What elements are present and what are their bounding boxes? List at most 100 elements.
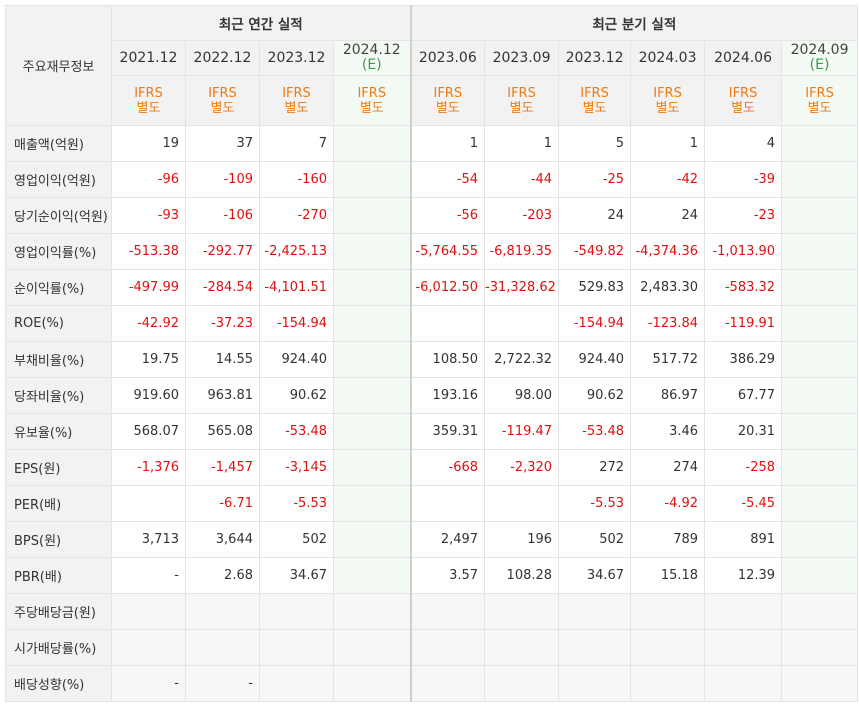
table-cell: -53.48 (558, 413, 632, 450)
table-cell (332, 629, 412, 666)
table-cell (332, 521, 412, 558)
table-cell: -668 (409, 449, 486, 486)
table-cell: -106 (185, 197, 260, 234)
table-cell (332, 197, 412, 234)
table-cell: 15.18 (630, 557, 706, 594)
table-cell: 3,644 (185, 521, 260, 558)
table-cell (332, 665, 412, 702)
table-cell (781, 665, 859, 702)
table-cell: 924.40 (259, 341, 334, 378)
table-cell (409, 593, 486, 630)
row-label: 당좌비율(%) (5, 377, 112, 414)
table-cell: -5.53 (259, 485, 334, 522)
table-cell: 272 (558, 449, 632, 486)
table-cell: -53.48 (259, 413, 334, 450)
table-cell: 20.31 (704, 413, 783, 450)
ifrs-line1: IFRS (357, 85, 387, 101)
ifrs-line1: IFRS (805, 85, 834, 101)
table-cell: 1 (409, 125, 486, 162)
ifrs-line2: 별도 (136, 100, 161, 116)
table-cell: -154.94 (558, 305, 632, 342)
row-label: 부채비율(%) (5, 341, 112, 378)
period-label: 2024.09 (790, 42, 849, 58)
table-cell (558, 593, 632, 630)
table-cell (630, 629, 706, 666)
table-cell: 90.62 (558, 377, 632, 414)
ifrs-line2: 별도 (807, 100, 832, 116)
table-cell: 3.57 (409, 557, 486, 594)
ifrs-line2: 별도 (582, 100, 607, 116)
period-header-row: 2021.12 2022.12 2023.12 2024.12 (E) 2023.06 20… (6, 40, 859, 76)
ifrs-line1: IFRS (580, 85, 609, 101)
table-cell: -2,320 (484, 449, 560, 486)
table-cell: -154.94 (259, 305, 334, 342)
table-cell (332, 449, 412, 486)
table-cell: -39 (704, 161, 783, 198)
table-cell: 86.97 (630, 377, 706, 414)
table-cell (185, 593, 260, 630)
ifrs-label: IFRS 별도 (484, 75, 560, 126)
table-cell (332, 557, 412, 594)
table-cell (332, 125, 412, 162)
table-cell (484, 629, 560, 666)
table-cell (484, 665, 560, 702)
table-cell (259, 593, 334, 630)
table-cell: -5.53 (558, 485, 632, 522)
period-header-estimate: 2024.12 (E) (332, 40, 412, 76)
table-cell: -119.47 (484, 413, 560, 450)
ifrs-label: IFRS 별도 (558, 75, 632, 126)
table-cell: -1,376 (111, 449, 186, 486)
table-row: BPS(원) 3,713 3,644 502 2,497 196 502 789 891 (5, 521, 859, 558)
table-cell: 67.77 (704, 377, 783, 414)
ifrs-label: IFRS 별도 (259, 75, 334, 126)
table-cell (781, 305, 859, 342)
table-cell (781, 593, 859, 630)
table-cell: 24 (558, 197, 632, 234)
ifrs-line2: 별도 (731, 100, 755, 116)
table-cell: -44 (484, 161, 560, 198)
table-cell: 3,713 (111, 521, 186, 558)
table-cell: 98.00 (484, 377, 560, 414)
ifrs-label: IFRS 별도 (111, 75, 186, 126)
table-cell: 108.28 (484, 557, 560, 594)
table-cell: -23 (704, 197, 783, 234)
table-cell (781, 413, 859, 450)
table-cell (332, 341, 412, 378)
row-label: BPS(원) (5, 521, 112, 558)
table-row: 당기순이익(억원) -93 -106 -270 -56 -203 24 24 -23 (5, 197, 859, 234)
ifrs-label: IFRS 별도 (185, 75, 260, 126)
table-cell: 7 (259, 125, 334, 162)
table-cell: 502 (259, 521, 334, 558)
table-cell: 34.67 (558, 557, 632, 594)
ifrs-line1: IFRS (433, 85, 463, 101)
row-label: 영업이익률(%) (5, 233, 112, 270)
table-cell: 919.60 (111, 377, 186, 414)
table-cell: -4,101.51 (259, 269, 334, 306)
row-label: 순이익률(%) (5, 269, 112, 306)
table-cell (409, 665, 486, 702)
table-row: 유보율(%) 568.07 565.08 -53.48 359.31 -119.47 -53… (5, 413, 859, 450)
period-header: 2023.06 (409, 40, 486, 76)
table-cell: - (185, 665, 260, 702)
ifrs-line2: 별도 (210, 100, 235, 116)
ifrs-line2: 별도 (655, 100, 680, 116)
table-cell: 1 (484, 125, 560, 162)
table-cell (781, 377, 859, 414)
period-header: 2023.12 (558, 40, 632, 76)
table-cell: 568.07 (111, 413, 186, 450)
table-cell: -270 (259, 197, 334, 234)
table-cell: -160 (259, 161, 334, 198)
table-cell: -31,328.62 (484, 269, 560, 306)
row-label: 매출액(억원) (5, 125, 112, 162)
table-cell: -56 (409, 197, 486, 234)
table-cell: 2,722.32 (484, 341, 560, 378)
period-header: 2023.09 (484, 40, 560, 76)
table-cell: -292.77 (185, 233, 260, 270)
table-cell (781, 161, 859, 198)
table-cell (332, 269, 412, 306)
table-cell: - (111, 557, 186, 594)
table-cell (111, 485, 186, 522)
table-cell (332, 233, 412, 270)
table-cell: -3,145 (259, 449, 334, 486)
table-row: 배당성향(%) - - (5, 665, 859, 702)
